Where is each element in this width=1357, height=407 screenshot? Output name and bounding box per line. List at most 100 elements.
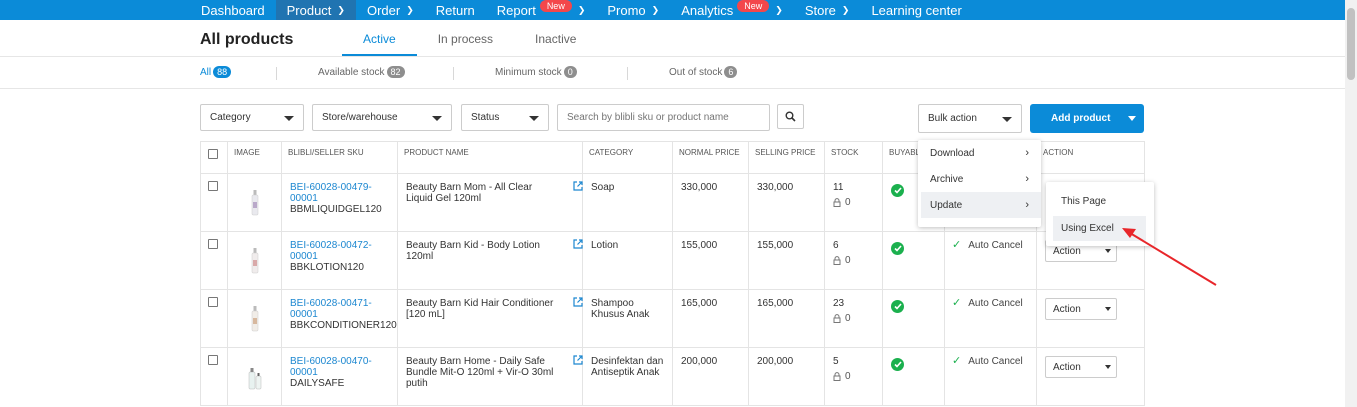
buyable-cell <box>882 347 945 406</box>
status-dropdown[interactable]: Status <box>461 104 549 131</box>
nav-return[interactable]: Return <box>425 0 486 20</box>
filter-minimum-stock[interactable]: Minimum stock 0 <box>495 66 577 78</box>
action-cell: Action <box>1036 289 1145 348</box>
nav-analytics[interactable]: Analytics New ❯ <box>670 0 794 20</box>
caret-down-icon <box>432 116 442 121</box>
locked-stock-value: 0 <box>845 255 851 266</box>
stock-value: 23 <box>833 298 845 309</box>
new-badge: New <box>539 0 572 12</box>
product-name: Beauty Barn Kid Hair Conditioner [120 mL… <box>406 298 554 320</box>
row-checkbox[interactable] <box>208 355 218 365</box>
check-circle-icon <box>891 358 904 371</box>
sku-cell: BEI-60028-00471-00001 BBKCONDITIONER120 <box>281 289 398 348</box>
selling-price-cell: 330,000 <box>748 173 825 232</box>
tab-inactive[interactable]: Inactive <box>514 22 597 56</box>
chevron-right-icon: › <box>1025 199 1029 211</box>
action-label: Action <box>1053 361 1081 373</box>
nav-learning-center[interactable]: Learning center <box>860 0 972 20</box>
scrollbar-thumb[interactable] <box>1347 8 1355 80</box>
submenu-item-using-excel[interactable]: Using Excel <box>1053 216 1146 241</box>
add-product-button[interactable]: Add product <box>1030 104 1144 133</box>
row-checkbox[interactable] <box>208 239 218 249</box>
product-name-cell: Beauty Barn Kid Hair Conditioner [120 mL… <box>397 289 583 348</box>
menu-item-archive[interactable]: Archive › <box>921 166 1041 192</box>
external-link-icon[interactable] <box>573 355 583 365</box>
locked-stock-value: 0 <box>845 197 851 208</box>
locked-stock: 0 <box>833 371 874 382</box>
filter-out-of-stock[interactable]: Out of stock 6 <box>669 66 738 78</box>
divider <box>0 56 1345 57</box>
vertical-scrollbar[interactable] <box>1345 0 1357 407</box>
external-link-icon[interactable] <box>573 239 583 249</box>
chevron-right-icon: › <box>1025 147 1029 159</box>
auto-cancel-cell: ✓ Auto Cancel <box>944 231 1037 290</box>
action-dropdown[interactable]: Action <box>1045 298 1117 320</box>
table-row: BEI-60028-00471-00001 BBKCONDITIONER120 B… <box>200 289 1145 348</box>
external-link-icon[interactable] <box>573 297 583 307</box>
product-image-cell <box>227 173 282 232</box>
action-dropdown[interactable]: Action <box>1045 356 1117 378</box>
nav-promo[interactable]: Promo ❯ <box>596 0 670 20</box>
search-icon <box>785 111 796 122</box>
row-select-cell <box>200 289 228 348</box>
nav-dashboard[interactable]: Dashboard <box>190 0 276 20</box>
top-navigation-bar: Dashboard Product ❯ Order ❯ Return Report N… <box>0 0 1345 20</box>
stock-filters: All 88 Available stock 82 Minimum stock 0 O… <box>0 64 1345 82</box>
search-button[interactable] <box>777 104 804 129</box>
filter-all[interactable]: All 88 <box>200 66 232 78</box>
row-checkbox[interactable] <box>208 297 218 307</box>
check-icon: ✓ <box>952 239 962 251</box>
status-tabs: Active In process Inactive <box>342 22 597 56</box>
product-name-cell: Beauty Barn Kid - Body Lotion 120ml <box>397 231 583 290</box>
auto-cancel-label: Auto Cancel <box>968 356 1023 367</box>
menu-item-download[interactable]: Download › <box>921 140 1041 166</box>
tab-in-process[interactable]: In process <box>417 22 514 56</box>
locked-stock: 0 <box>833 197 874 208</box>
dropdown-label: Status <box>471 112 500 123</box>
select-all-checkbox[interactable] <box>208 149 218 159</box>
tab-active[interactable]: Active <box>342 22 417 56</box>
blibli-sku-link[interactable]: BEI-60028-00470-00001 <box>290 356 389 378</box>
normal-price-cell: 165,000 <box>672 289 749 348</box>
nav-order[interactable]: Order ❯ <box>356 0 425 20</box>
nav-label: Dashboard <box>201 2 265 18</box>
store-warehouse-dropdown[interactable]: Store/warehouse <box>312 104 452 131</box>
blibli-sku-link[interactable]: BEI-60028-00472-00001 <box>290 240 389 262</box>
table-row: BEI-60028-00470-00001 DAILYSAFE Beauty Ba… <box>200 347 1145 406</box>
nav-report[interactable]: Report New ❯ <box>486 0 597 20</box>
blibli-sku-link[interactable]: BEI-60028-00479-00001 <box>290 182 389 204</box>
filter-label: All <box>200 66 212 78</box>
category-dropdown[interactable]: Category <box>200 104 304 131</box>
count-badge: 0 <box>563 66 577 78</box>
lock-icon <box>833 314 841 323</box>
add-product-options-toggle[interactable] <box>1120 104 1144 133</box>
category-cell: Soap <box>582 173 673 232</box>
seller-sku: BBKLOTION120 <box>290 262 364 273</box>
header-sku: BLIBLI/SELLER SKU <box>281 141 398 174</box>
filter-label: Out of stock <box>669 66 723 78</box>
menu-item-update[interactable]: Update › <box>921 192 1041 218</box>
row-checkbox[interactable] <box>208 181 218 191</box>
caret-down-icon <box>1128 116 1136 121</box>
external-link-icon[interactable] <box>573 181 583 191</box>
product-image-cell <box>227 289 282 348</box>
lock-icon <box>833 256 841 265</box>
product-name: Beauty Barn Mom - All Clear Liquid Gel 1… <box>406 182 533 204</box>
divider <box>276 67 277 80</box>
count-badge: 88 <box>213 66 232 78</box>
submenu-item-this-page[interactable]: This Page <box>1053 189 1146 214</box>
search-input[interactable] <box>557 104 770 131</box>
filter-available-stock[interactable]: Available stock 82 <box>318 66 405 78</box>
count-badge: 6 <box>724 66 738 78</box>
bulk-action-dropdown[interactable]: Bulk action <box>918 104 1022 133</box>
auto-cancel-cell: ✓ Auto Cancel <box>944 289 1037 348</box>
auto-cancel-label: Auto Cancel <box>968 298 1023 309</box>
caret-down-icon <box>284 116 294 121</box>
blibli-sku-link[interactable]: BEI-60028-00471-00001 <box>290 298 389 320</box>
stock-cell: 60 <box>824 231 883 290</box>
action-cell: Action <box>1036 347 1145 406</box>
lock-icon <box>833 198 841 207</box>
nav-store[interactable]: Store ❯ <box>794 0 861 20</box>
header-image: IMAGE <box>227 141 282 174</box>
nav-product[interactable]: Product ❯ <box>275 0 356 20</box>
